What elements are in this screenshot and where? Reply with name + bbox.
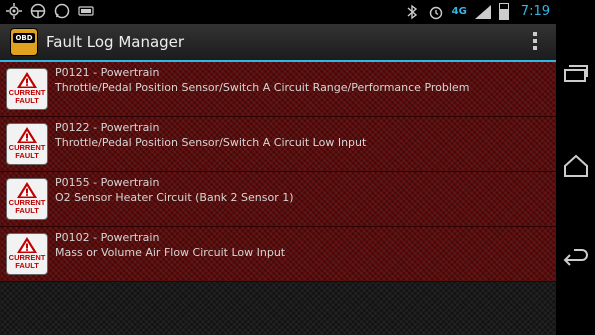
- warning-triangle-icon: [17, 127, 37, 143]
- warning-triangle-icon: [17, 237, 37, 253]
- fault-description: Throttle/Pedal Position Sensor/Switch A …: [55, 81, 470, 94]
- obd-icon: [78, 6, 94, 16]
- current-fault-badge: CURRENT FAULT: [6, 233, 48, 275]
- badge-label-fault: FAULT: [15, 206, 39, 215]
- gps-icon: [6, 3, 22, 19]
- fault-row[interactable]: CURRENT FAULT P0155 - Powertrain O2 Sens…: [0, 172, 556, 227]
- whatsapp-icon: [54, 3, 70, 19]
- current-fault-badge: CURRENT FAULT: [6, 68, 48, 110]
- overflow-menu-icon[interactable]: [532, 32, 538, 52]
- app-screen: 4G 7:19 OBD Fault Log Manager CURRENT FA…: [0, 0, 556, 335]
- fault-code: P0121 - Powertrain: [55, 66, 160, 79]
- app-title: Fault Log Manager: [46, 33, 185, 51]
- current-fault-badge: CURRENT FAULT: [6, 123, 48, 165]
- battery-icon: [498, 3, 509, 20]
- fault-description: Throttle/Pedal Position Sensor/Switch A …: [55, 136, 367, 149]
- status-bar: 4G 7:19: [0, 0, 556, 24]
- lte-icon: 4G: [451, 6, 467, 17]
- fault-description: O2 Sensor Heater Circuit (Bank 2 Sensor …: [55, 191, 294, 204]
- fault-code: P0155 - Powertrain: [55, 176, 160, 189]
- badge-label-fault: FAULT: [15, 261, 39, 270]
- fault-row[interactable]: CURRENT FAULT P0122 - Powertrain Throttl…: [0, 117, 556, 172]
- action-bar: OBD Fault Log Manager: [0, 24, 556, 62]
- app-logo-label: OBD: [13, 33, 35, 43]
- recent-apps-icon[interactable]: [562, 60, 590, 88]
- fault-code: P0122 - Powertrain: [55, 121, 160, 134]
- back-icon[interactable]: [562, 246, 590, 274]
- fault-code: P0102 - Powertrain: [55, 231, 160, 244]
- bluetooth-icon: [407, 4, 417, 19]
- steering-wheel-icon: [30, 3, 46, 19]
- badge-label-fault: FAULT: [15, 151, 39, 160]
- warning-triangle-icon: [17, 72, 37, 88]
- current-fault-badge: CURRENT FAULT: [6, 178, 48, 220]
- fault-description: Mass or Volume Air Flow Circuit Low Inpu…: [55, 246, 286, 259]
- fault-row[interactable]: CURRENT FAULT P0102 - Powertrain Mass or…: [0, 227, 556, 282]
- alarm-icon: [429, 6, 442, 19]
- app-logo-icon[interactable]: OBD: [10, 28, 38, 56]
- navigation-bar: [556, 0, 595, 335]
- fault-list: CURRENT FAULT P0121 - Powertrain Throttl…: [0, 62, 556, 335]
- warning-triangle-icon: [17, 182, 37, 198]
- clock-time: 7:19: [520, 4, 550, 19]
- home-icon[interactable]: [562, 152, 590, 180]
- badge-label-fault: FAULT: [15, 96, 39, 105]
- fault-row[interactable]: CURRENT FAULT P0121 - Powertrain Throttl…: [0, 62, 556, 117]
- signal-icon: [474, 4, 491, 19]
